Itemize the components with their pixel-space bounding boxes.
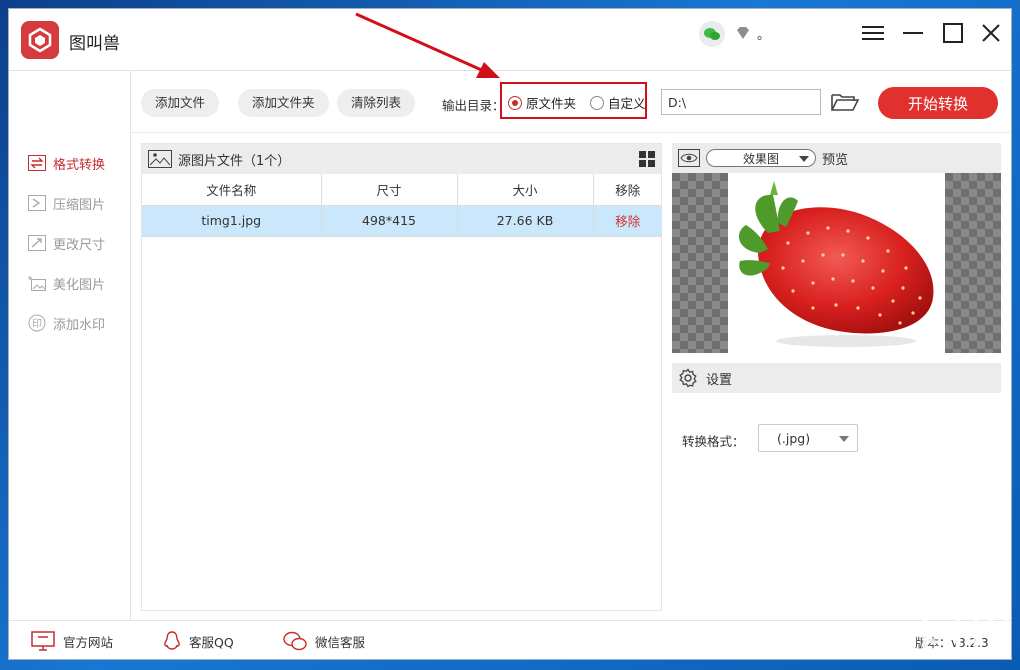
preview-header: 效果图 预览: [672, 143, 1001, 173]
settings-title: 设置: [706, 372, 733, 388]
source-files-header: 源图片文件（1个）: [142, 144, 661, 174]
sidebar-item-watermark[interactable]: 印 添加水印: [27, 311, 105, 335]
sparkle-image-icon: [27, 273, 47, 293]
app-title: 图叫兽: [69, 34, 120, 54]
account-name[interactable]: 。: [757, 24, 770, 43]
format-select[interactable]: (.jpg): [758, 424, 858, 452]
swap-arrows-icon: [27, 153, 47, 173]
preview-panel: 效果图 预览: [672, 143, 1001, 353]
table-header-row: 文件名称 尺寸 大小 移除: [142, 174, 662, 206]
format-value: (.jpg): [777, 430, 811, 446]
monitor-icon: [31, 631, 55, 651]
preview-mode-value: 效果图: [742, 151, 779, 166]
official-website-link[interactable]: 官方网站: [31, 631, 113, 651]
add-file-button[interactable]: 添加文件: [141, 89, 220, 117]
maximize-icon[interactable]: [939, 19, 967, 47]
radio-selected-icon: [508, 95, 522, 110]
radio-original-folder[interactable]: 原文件夹: [508, 93, 576, 112]
sidebar-item-label: 更改尺寸: [53, 237, 106, 253]
column-header: 移除: [593, 174, 662, 206]
grid-view-icon[interactable]: [639, 151, 655, 167]
sidebar-item-beautify[interactable]: 美化图片: [27, 271, 105, 295]
compress-icon: [27, 193, 47, 213]
source-files-panel: 源图片文件（1个） 文件名称 尺寸 大小 移除 timg1.jpg 498*41…: [141, 143, 662, 611]
wechat-service-icon: [283, 631, 307, 651]
strawberry-image: [738, 181, 934, 347]
sidebar-item-compress[interactable]: 压缩图片: [27, 191, 105, 215]
file-name-cell: timg1.jpg: [142, 205, 322, 237]
file-table: 文件名称 尺寸 大小 移除 timg1.jpg 498*415 27.66 KB…: [142, 174, 662, 237]
filesize-cell: 27.66 KB: [457, 205, 594, 237]
column-header: 文件名称: [142, 174, 322, 206]
clear-list-button[interactable]: 清除列表: [337, 89, 416, 117]
app-window: 图叫兽 。 格式转换 压缩图片 更改尺寸 美化图片 印 添加水印 添加文件 添加…: [8, 8, 1012, 660]
resize-icon: [27, 233, 47, 253]
app-logo-icon: [21, 21, 59, 59]
title-bar: 图叫兽 。: [9, 9, 1011, 71]
preview-canvas: [728, 173, 945, 353]
remove-link[interactable]: 移除: [615, 214, 640, 229]
wechat-icon[interactable]: [699, 21, 725, 47]
radio-original-label: 原文件夹: [526, 96, 577, 111]
qq-penguin-icon: [164, 631, 180, 650]
seal-icon: 印: [27, 313, 47, 333]
start-convert-button[interactable]: 开始转换: [878, 87, 998, 119]
sidebar-item-resize[interactable]: 更改尺寸: [27, 231, 105, 255]
wechat-service-link[interactable]: 微信客服: [283, 631, 365, 651]
status-bar: 官方网站 客服QQ 微信客服 版本：v3.2.3: [9, 620, 1011, 659]
sidebar-item-label: 添加水印: [53, 317, 106, 333]
wechat-service-label: 微信客服: [315, 634, 366, 650]
transparency-checker: [945, 173, 1001, 353]
column-header: 大小: [457, 174, 594, 206]
remove-cell: 移除: [593, 205, 662, 237]
source-files-title: 源图片文件（1个）: [178, 153, 291, 169]
sidebar: 格式转换 压缩图片 更改尺寸 美化图片 印 添加水印: [9, 71, 131, 620]
transparency-checker: [672, 173, 728, 353]
customer-qq-label: 客服QQ: [189, 634, 234, 650]
table-row[interactable]: timg1.jpg 498*415 27.66 KB 移除: [142, 205, 662, 237]
radio-custom-label: 自定义: [608, 96, 646, 111]
diamond-vip-icon[interactable]: [733, 23, 753, 43]
gear-icon: [679, 368, 697, 388]
sidebar-item-format-convert[interactable]: 格式转换: [27, 151, 105, 175]
format-label: 转换格式：: [682, 434, 745, 449]
chevron-down-icon: [799, 156, 809, 162]
chevron-down-icon: [839, 436, 849, 442]
radio-unselected-icon: [590, 95, 604, 110]
image-icon: [148, 150, 172, 168]
add-folder-button[interactable]: 添加文件夹: [238, 89, 329, 117]
radio-custom-folder[interactable]: 自定义: [590, 93, 646, 112]
svg-text:印: 印: [32, 318, 42, 330]
sidebar-item-label: 美化图片: [53, 277, 106, 293]
official-website-label: 官方网站: [63, 634, 114, 650]
preview-mode-select[interactable]: 效果图: [706, 149, 816, 167]
settings-header: 设置: [672, 363, 1001, 393]
customer-qq-link[interactable]: 客服QQ: [163, 631, 234, 651]
sidebar-item-label: 压缩图片: [53, 197, 106, 213]
close-icon[interactable]: [977, 19, 1005, 47]
open-folder-icon[interactable]: [830, 89, 860, 115]
output-path-input[interactable]: [661, 89, 821, 115]
settings-panel: 设置 转换格式： (.jpg): [672, 363, 1001, 611]
minimize-icon[interactable]: [899, 19, 927, 47]
preview-image-area: [672, 173, 1001, 353]
sidebar-item-label: 格式转换: [53, 157, 106, 173]
dimension-cell: 498*415: [321, 205, 458, 237]
preview-label: 预览: [822, 152, 849, 168]
column-header: 尺寸: [321, 174, 458, 206]
eye-icon: [678, 149, 700, 167]
menu-icon[interactable]: [859, 19, 887, 47]
site-watermark-logo: [910, 604, 1009, 657]
output-dir-label: 输出目录：: [442, 98, 505, 113]
